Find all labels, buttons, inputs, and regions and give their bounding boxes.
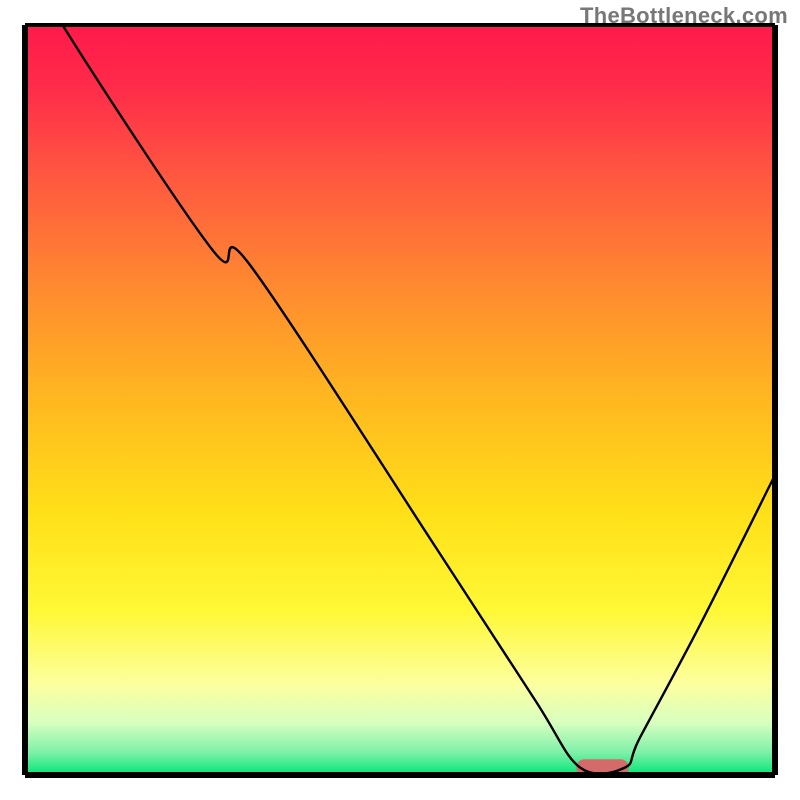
watermark-label: TheBottleneck.com [580,3,788,29]
chart-stage: TheBottleneck.com [0,0,800,800]
bottleneck-chart [0,0,800,800]
gradient-background [25,25,775,775]
